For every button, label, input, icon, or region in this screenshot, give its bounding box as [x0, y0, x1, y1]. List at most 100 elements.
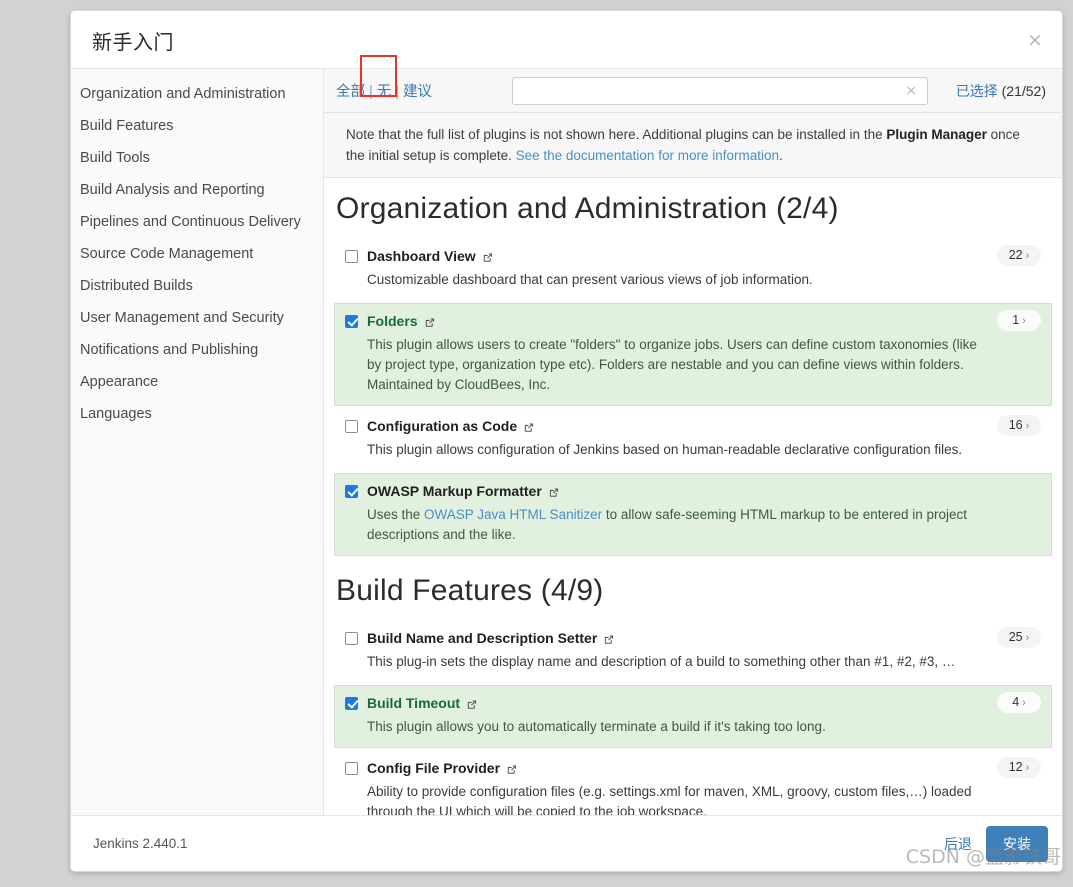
sidebar-item-1[interactable]: Build Features: [71, 110, 323, 142]
note-text-after: .: [779, 148, 783, 163]
chevron-right-icon: ›: [1025, 250, 1030, 262]
chevron-right-icon: ›: [1022, 315, 1026, 327]
badge-count: 25: [1008, 630, 1023, 644]
dependency-count-badge[interactable]: 22 ›: [997, 245, 1041, 266]
filter-separator-2: |: [395, 84, 400, 100]
plugin-item[interactable]: Configuration as Code 16 › This plugin allo…: [334, 408, 1052, 471]
dependency-count-badge[interactable]: 16 ›: [997, 415, 1041, 436]
plugin-checkbox[interactable]: [345, 696, 358, 710]
sidebar-item-label: User Management and Security: [80, 310, 284, 326]
section-title: Build Features (4/9): [336, 574, 604, 607]
badge-count: 16: [1008, 418, 1023, 432]
plugin-name[interactable]: Build Name and Description Setter: [367, 630, 597, 646]
sidebar-item-6[interactable]: Distributed Builds: [71, 270, 323, 302]
plugin-header: OWASP Markup Formatter: [345, 482, 1041, 500]
external-link-icon[interactable]: [523, 422, 534, 433]
plugin-name[interactable]: Build Timeout: [367, 695, 460, 711]
sidebar-item-7[interactable]: User Management and Security: [71, 302, 323, 334]
plugin-name[interactable]: Folders: [367, 313, 418, 329]
documentation-link[interactable]: See the documentation for more informati…: [516, 148, 779, 163]
plugin-name[interactable]: Configuration as Code: [367, 418, 517, 434]
plugin-header: Config File Provider: [345, 759, 1041, 777]
plugin-name[interactable]: Dashboard View: [367, 248, 476, 264]
desc-text-before: Uses the: [367, 507, 425, 522]
filter-separator-1: |: [369, 84, 373, 100]
modal-footer: Jenkins 2.440.1 后退 安装: [71, 816, 1062, 871]
sidebar-item-3[interactable]: Build Analysis and Reporting: [71, 174, 323, 206]
chevron-right-icon: ›: [1025, 632, 1030, 644]
plugin-header: Build Timeout: [345, 694, 1041, 712]
plugin-item[interactable]: Build Name and Description Setter 25 › This…: [334, 620, 1052, 683]
note-bold-plugin-manager: Plugin Manager: [886, 127, 987, 142]
plugin-checkbox[interactable]: [345, 249, 358, 263]
badge-count: 22: [1008, 248, 1023, 262]
filter-none-link[interactable]: 无: [377, 84, 392, 100]
setup-wizard-modal: 新手入门 × Organization and Administration Bu…: [70, 10, 1063, 872]
dependency-count-badge[interactable]: 1 ›: [997, 310, 1041, 331]
sidebar-item-label: Source Code Management: [80, 246, 254, 262]
sidebar-item-9[interactable]: Appearance: [71, 366, 323, 398]
plugin-checkbox[interactable]: [345, 314, 358, 328]
sidebar-item-label: Distributed Builds: [80, 278, 193, 294]
plugin-header: Build Name and Description Setter: [345, 629, 1041, 647]
sidebar-item-4[interactable]: Pipelines and Continuous Delivery: [71, 206, 323, 238]
plugin-name[interactable]: Config File Provider: [367, 760, 500, 776]
chevron-right-icon: ›: [1025, 420, 1030, 432]
plugin-item[interactable]: Build Timeout 4 › This plugin allows you to…: [334, 685, 1052, 748]
category-sidebar: Organization and Administration Build Fea…: [71, 69, 324, 815]
external-link-icon[interactable]: [548, 487, 559, 498]
plugin-description: This plugin allows you to automatically …: [367, 719, 826, 734]
install-button[interactable]: 安装: [986, 825, 1048, 862]
dependency-count-badge[interactable]: 4 ›: [997, 692, 1041, 713]
plugin-item[interactable]: OWASP Markup Formatter Uses the OWASP Jav…: [334, 473, 1052, 556]
chevron-right-icon: ›: [1025, 762, 1030, 774]
external-link-icon[interactable]: [603, 634, 614, 645]
plugin-checkbox[interactable]: [345, 484, 358, 498]
dependency-count-badge[interactable]: 12 ›: [997, 757, 1041, 778]
plugin-name[interactable]: OWASP Markup Formatter: [367, 483, 542, 499]
sidebar-item-5[interactable]: Source Code Management: [71, 238, 323, 270]
external-link-icon[interactable]: [506, 764, 517, 775]
plugin-item[interactable]: Folders 1 › This plugin allows users to cre…: [334, 303, 1052, 406]
external-link-icon[interactable]: [482, 252, 493, 263]
sidebar-item-label: Build Tools: [80, 150, 150, 166]
desc-inline-link[interactable]: OWASP Java HTML Sanitizer: [424, 507, 602, 522]
chevron-right-icon: ›: [1022, 697, 1026, 709]
section-title: Organization and Administration (2/4): [336, 192, 839, 225]
search-input[interactable]: [512, 76, 929, 105]
clear-search-icon[interactable]: ×: [902, 82, 920, 100]
external-link-icon[interactable]: [424, 317, 435, 328]
sidebar-item-0[interactable]: Organization and Administration: [71, 78, 323, 110]
sidebar-item-8[interactable]: Notifications and Publishing: [71, 334, 323, 366]
filter-all-link[interactable]: 全部: [336, 84, 365, 100]
external-link-icon[interactable]: [466, 699, 477, 710]
back-button[interactable]: 后退: [944, 834, 972, 854]
plugin-list-scroll[interactable]: Organization and Administration (2/4) Das…: [324, 178, 1062, 815]
plugin-description: Ability to provide configuration files (…: [367, 784, 972, 815]
close-icon[interactable]: ×: [1022, 27, 1048, 53]
plugin-item[interactable]: Config File Provider 12 › Ability to provid…: [334, 750, 1052, 815]
sidebar-item-label: Build Analysis and Reporting: [80, 182, 265, 198]
dependency-count-badge[interactable]: 25 ›: [997, 627, 1041, 648]
badge-count: 12: [1008, 760, 1023, 774]
plugin-description: Customizable dashboard that can present …: [367, 272, 813, 287]
sidebar-item-2[interactable]: Build Tools: [71, 142, 323, 174]
jenkins-version: Jenkins 2.440.1: [93, 836, 188, 851]
filter-suggested-link[interactable]: 建议: [403, 84, 432, 100]
sidebar-item-label: Appearance: [80, 374, 159, 390]
note-text-before: Note that the full list of plugins is no…: [346, 127, 887, 142]
plugin-panel: 全部 | 无 | 建议 × 已选择 (21/52) Note that the full…: [324, 69, 1062, 815]
sidebar-item-label: Organization and Administration: [80, 86, 286, 102]
sidebar-item-10[interactable]: Languages: [71, 398, 323, 430]
plugin-header: Folders: [345, 312, 1041, 330]
selected-label[interactable]: 已选择: [956, 83, 998, 99]
plugin-checkbox[interactable]: [345, 419, 358, 433]
plugin-checkbox[interactable]: [345, 631, 358, 645]
plugin-item[interactable]: Dashboard View 22 › Customizable dashboard …: [334, 238, 1052, 301]
selected-counter: 已选择 (21/52): [956, 81, 1048, 101]
plugin-checkbox[interactable]: [345, 761, 358, 775]
search-wrapper: ×: [512, 76, 929, 105]
plugin-description: This plugin allows configuration of Jenk…: [367, 442, 963, 457]
plugin-note: Note that the full list of plugins is no…: [324, 113, 1062, 178]
selected-count-value: (21/52): [1001, 82, 1046, 99]
